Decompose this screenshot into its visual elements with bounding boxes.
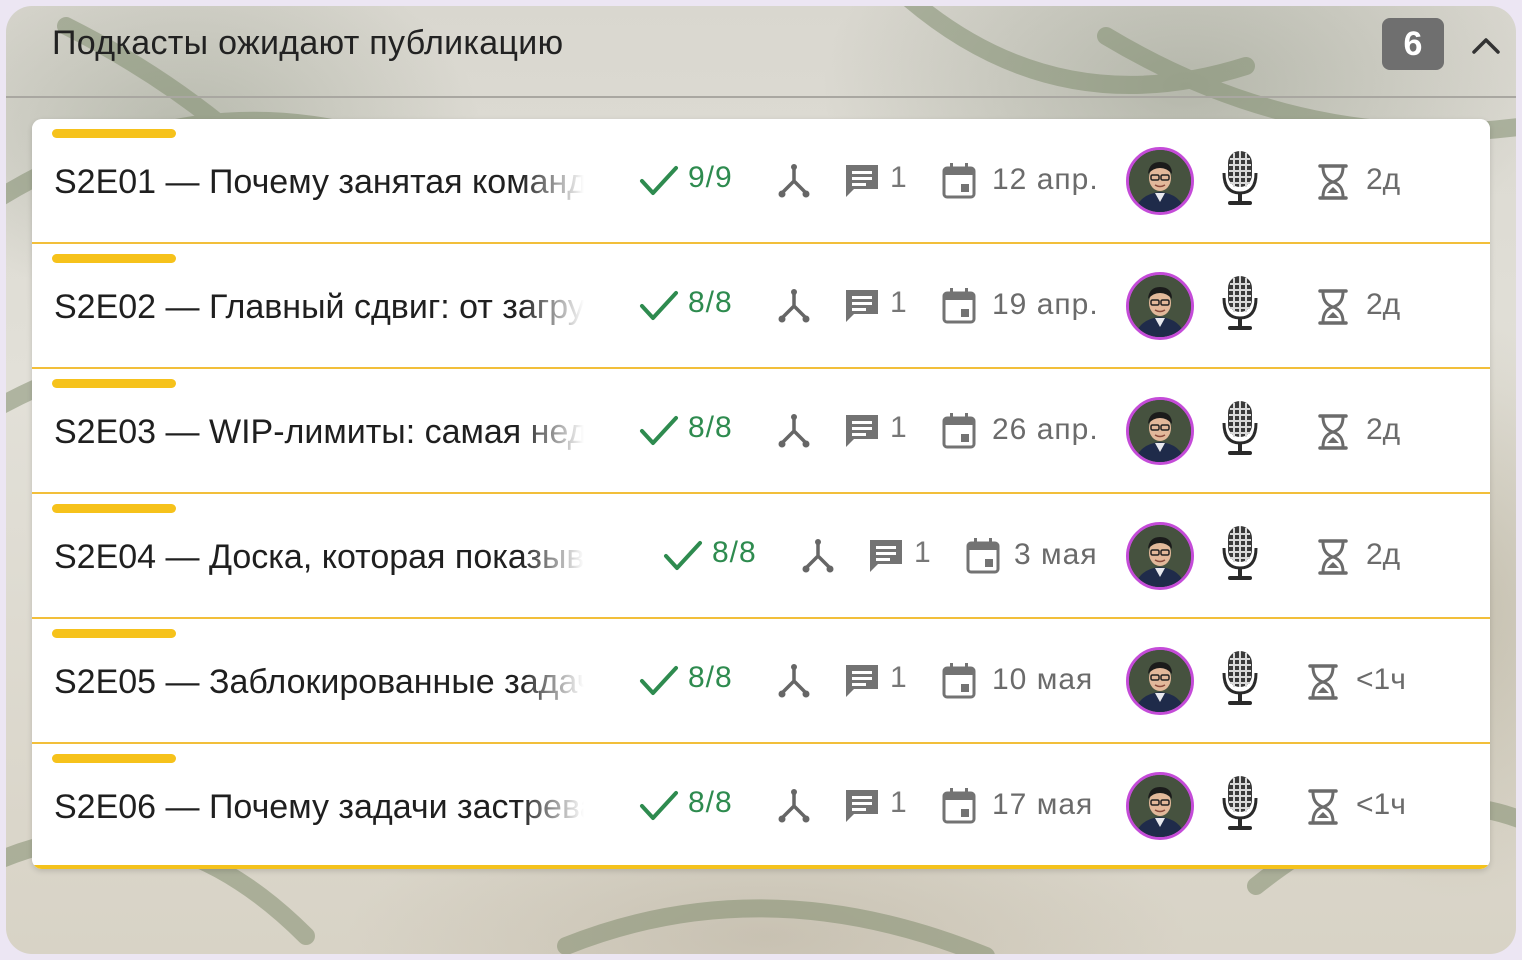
avatar[interactable] xyxy=(1126,147,1194,215)
calendar-icon xyxy=(966,538,1000,574)
calendar-icon xyxy=(942,163,976,199)
calendar-icon xyxy=(942,788,976,824)
avatar[interactable] xyxy=(1126,397,1194,465)
due-date[interactable]: 12 апр. xyxy=(992,163,1099,197)
comment-icon[interactable] xyxy=(866,536,906,576)
subtask-icon[interactable] xyxy=(776,413,812,449)
hourglass-icon xyxy=(1308,789,1338,825)
priority-bar xyxy=(52,629,176,638)
checklist-count: 8/8 xyxy=(688,286,733,319)
hourglass-icon xyxy=(1318,289,1348,325)
microphone-icon xyxy=(1222,151,1258,205)
hourglass-icon xyxy=(1318,164,1348,200)
episode-title[interactable]: S2E05 — Заблокированные задачи xyxy=(54,663,584,703)
due-date[interactable]: 19 апр. xyxy=(992,288,1099,322)
list-item[interactable]: S2E03 — WIP-лимиты: самая недооценённая … xyxy=(32,369,1490,494)
count-badge: 6 xyxy=(1382,18,1444,70)
checklist-count: 8/8 xyxy=(688,786,733,819)
list-item[interactable]: S2E04 — Доска, которая показывает 8/8 1 xyxy=(32,494,1490,619)
avatar[interactable] xyxy=(1126,522,1194,590)
avatar[interactable] xyxy=(1126,272,1194,340)
episode-title[interactable]: S2E01 — Почему занятая команда xyxy=(54,163,584,203)
hourglass-icon xyxy=(1318,414,1348,450)
calendar-icon xyxy=(942,288,976,324)
comment-count: 1 xyxy=(890,161,907,194)
subtask-icon[interactable] xyxy=(776,288,812,324)
comment-count: 1 xyxy=(890,786,907,819)
avatar[interactable] xyxy=(1126,647,1194,715)
comment-count: 1 xyxy=(890,411,907,444)
due-date[interactable]: 26 апр. xyxy=(992,413,1099,447)
check-icon xyxy=(640,166,678,195)
priority-bar xyxy=(52,504,176,513)
calendar-icon xyxy=(942,663,976,699)
panel-title: Подкасты ожидают публикацию xyxy=(52,24,564,62)
avatar[interactable] xyxy=(1126,772,1194,840)
episode-title[interactable]: S2E06 — Почему задачи застревают xyxy=(54,788,584,828)
list-item[interactable]: S2E02 — Главный сдвиг: от загрузки 8/8 1 xyxy=(32,244,1490,369)
due-date[interactable]: 17 мая xyxy=(992,788,1093,822)
chevron-up-icon[interactable] xyxy=(1468,28,1504,64)
comment-icon[interactable] xyxy=(842,786,882,826)
comment-count: 1 xyxy=(914,536,931,569)
widget-frame: Подкасты ожидают публикацию 6 S2E01 — По… xyxy=(6,6,1516,954)
list-item[interactable]: S2E01 — Почему занятая команда 9/9 1 12 … xyxy=(32,119,1490,244)
comment-count: 1 xyxy=(890,661,907,694)
episode-title[interactable]: S2E02 — Главный сдвиг: от загрузки xyxy=(54,288,584,328)
calendar-icon xyxy=(942,413,976,449)
comment-count: 1 xyxy=(890,286,907,319)
time-in-status: 2д xyxy=(1366,288,1401,321)
episode-list: S2E01 — Почему занятая команда 9/9 1 12 … xyxy=(32,119,1490,869)
check-icon xyxy=(664,541,702,570)
priority-bar xyxy=(52,129,176,138)
due-date[interactable]: 3 мая xyxy=(1014,538,1098,572)
checklist-count: 8/8 xyxy=(688,411,733,444)
subtask-icon[interactable] xyxy=(776,163,812,199)
hourglass-icon xyxy=(1308,664,1338,700)
priority-bar xyxy=(52,254,176,263)
microphone-icon xyxy=(1222,526,1258,580)
microphone-icon xyxy=(1222,651,1258,705)
subtask-icon[interactable] xyxy=(800,538,836,574)
checklist-count: 9/9 xyxy=(688,161,733,194)
time-in-status: 2д xyxy=(1366,163,1401,196)
panel-header: Подкасты ожидают публикацию 6 xyxy=(6,6,1516,98)
due-date[interactable]: 10 мая xyxy=(992,663,1093,697)
checklist-count: 8/8 xyxy=(688,661,733,694)
comment-icon[interactable] xyxy=(842,286,882,326)
time-in-status: 2д xyxy=(1366,413,1401,446)
episode-title[interactable]: S2E03 — WIP-лимиты: самая недооценённая xyxy=(54,413,584,453)
check-icon xyxy=(640,291,678,320)
comment-icon[interactable] xyxy=(842,411,882,451)
list-item[interactable]: S2E05 — Заблокированные задачи 8/8 1 10 … xyxy=(32,619,1490,744)
time-in-status: <1ч xyxy=(1356,788,1406,821)
time-in-status: <1ч xyxy=(1356,663,1406,696)
comment-icon[interactable] xyxy=(842,661,882,701)
microphone-icon xyxy=(1222,776,1258,830)
comment-icon[interactable] xyxy=(842,161,882,201)
subtask-icon[interactable] xyxy=(776,788,812,824)
priority-bar xyxy=(52,754,176,763)
microphone-icon xyxy=(1222,401,1258,455)
episode-title[interactable]: S2E04 — Доска, которая показывает xyxy=(54,538,584,578)
check-icon xyxy=(640,416,678,445)
subtask-icon[interactable] xyxy=(776,663,812,699)
check-icon xyxy=(640,791,678,820)
checklist-count: 8/8 xyxy=(712,536,757,569)
check-icon xyxy=(640,666,678,695)
priority-bar xyxy=(52,379,176,388)
microphone-icon xyxy=(1222,276,1258,330)
list-item[interactable]: S2E06 — Почему задачи застревают 8/8 1 1… xyxy=(32,744,1490,869)
time-in-status: 2д xyxy=(1366,538,1401,571)
hourglass-icon xyxy=(1318,539,1348,575)
